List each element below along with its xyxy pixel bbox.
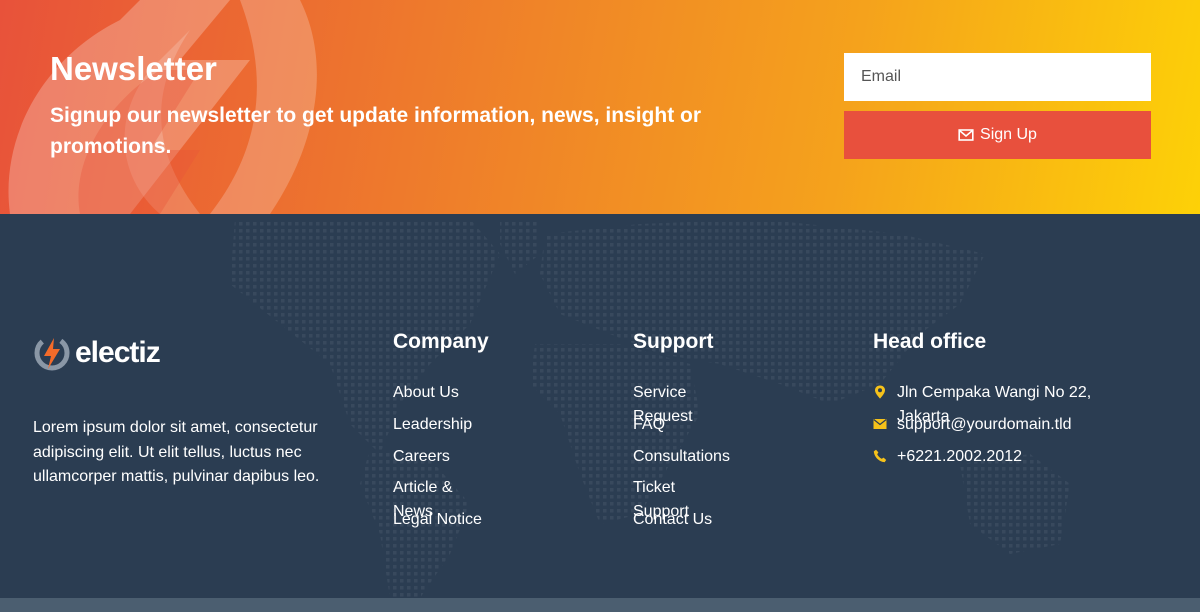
support-link-consultations[interactable]: Consultations bbox=[633, 445, 753, 469]
company-link-about-us[interactable]: About Us bbox=[393, 381, 483, 405]
company-link-leadership[interactable]: Leadership bbox=[393, 413, 483, 437]
support-link-contact-us[interactable]: Contact Us bbox=[633, 508, 723, 532]
map-marker-icon bbox=[875, 385, 885, 399]
head-office-title: Head office bbox=[873, 330, 987, 353]
newsletter-section: Newsletter Signup our newsletter to get … bbox=[0, 0, 1200, 214]
envelope-icon bbox=[873, 419, 887, 429]
phone-icon bbox=[873, 449, 887, 463]
email-text: support@yourdomain.tld bbox=[897, 416, 1072, 433]
company-link-careers[interactable]: Careers bbox=[393, 445, 483, 469]
contact-email[interactable]: support@yourdomain.tld bbox=[873, 413, 1113, 437]
brand-name: electiz bbox=[75, 336, 161, 369]
company-title: Company bbox=[393, 330, 489, 353]
company-link-legal-notice[interactable]: Legal Notice bbox=[393, 508, 483, 532]
support-link-faq[interactable]: FAQ bbox=[633, 413, 723, 437]
support-title: Support bbox=[633, 330, 714, 353]
signup-button-label: Sign Up bbox=[980, 126, 1037, 143]
footer-bottom-bar bbox=[0, 598, 1200, 612]
lightning-logo-icon bbox=[34, 335, 70, 371]
email-input[interactable] bbox=[844, 53, 1151, 101]
signup-button[interactable]: Sign Up bbox=[844, 111, 1151, 159]
newsletter-title: Newsletter bbox=[50, 50, 217, 87]
newsletter-subtitle: Signup our newsletter to get update info… bbox=[50, 104, 702, 158]
footer-logo[interactable]: electiz bbox=[33, 334, 161, 372]
envelope-icon bbox=[958, 129, 974, 141]
brand-description: Lorem ipsum dolor sit amet, consectetur … bbox=[33, 419, 320, 485]
phone-text: +6221.2002.2012 bbox=[897, 448, 1023, 465]
contact-phone[interactable]: +6221.2002.2012 bbox=[873, 445, 1113, 469]
